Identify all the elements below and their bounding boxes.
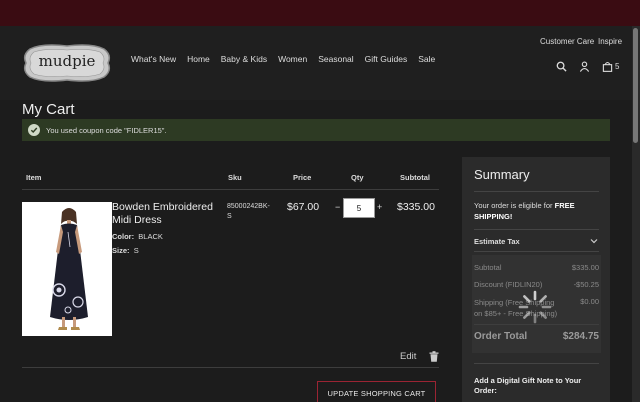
product-sku: 85000242BK-S — [227, 203, 270, 220]
product-size: Size: S — [112, 246, 139, 255]
nav-sale[interactable]: Sale — [418, 54, 435, 64]
nav-whats-new[interactable]: What's New — [131, 54, 176, 64]
shopping-bag-icon — [602, 61, 613, 72]
customer-care-link[interactable]: Customer Care — [540, 37, 594, 46]
summary-subtotal-label: Subtotal — [474, 263, 502, 272]
summary-divider — [474, 363, 599, 364]
summary-subtotal-value: $335.00 — [571, 263, 599, 272]
chevron-down-icon[interactable] — [590, 237, 598, 245]
loading-spinner-icon — [518, 290, 552, 324]
product-name-link[interactable]: Bowden Embroidered Midi Dress — [112, 201, 222, 227]
coupon-success-message: You used coupon code "FIDLER15". — [22, 119, 610, 141]
row-subtotal: $335.00 — [397, 201, 435, 213]
summary-divider — [474, 191, 599, 192]
color-value: BLACK — [138, 232, 163, 241]
dress-model-illustration — [22, 202, 112, 336]
summary-divider — [474, 229, 599, 230]
cart-button[interactable]: 5 — [602, 61, 619, 72]
cart-count-badge: 5 — [615, 62, 620, 71]
free-shipping-prefix: Your order is eligible for — [474, 201, 555, 210]
color-label: Color: — [112, 232, 135, 241]
inspire-link[interactable]: Inspire — [598, 37, 622, 46]
size-label: Size: — [112, 246, 130, 255]
nav-gift-guides[interactable]: Gift Guides — [365, 54, 408, 64]
order-total-value: $284.75 — [562, 331, 599, 342]
page-title: My Cart — [22, 101, 75, 118]
summary-divider — [474, 251, 599, 252]
gift-note-heading: Add a Digital Gift Note to Your Order: — [474, 376, 582, 395]
nav-baby-kids[interactable]: Baby & Kids — [221, 54, 267, 64]
promo-top-bar — [0, 0, 640, 26]
col-header-price: Price — [293, 173, 312, 182]
order-total-label: Order Total — [474, 331, 528, 342]
check-circle-icon — [28, 124, 40, 136]
table-header-divider — [22, 189, 439, 190]
update-shopping-cart-button[interactable]: UPDATE SHOPPING CART — [317, 381, 436, 402]
col-header-sku: Sku — [228, 173, 242, 182]
site-header: mudpie What's New Home Baby & Kids Women… — [0, 26, 640, 100]
table-footer-divider — [22, 367, 439, 368]
summary-discount-value: -$50.25 — [573, 280, 599, 289]
nav-seasonal[interactable]: Seasonal — [318, 54, 353, 64]
summary-shipping-value: $0.00 — [580, 297, 599, 306]
col-header-subtotal: Subtotal — [400, 173, 430, 182]
estimate-tax-toggle[interactable]: Estimate Tax — [474, 237, 520, 246]
search-icon[interactable] — [556, 61, 567, 72]
qty-increment-button[interactable]: + — [377, 202, 382, 212]
logo-text: mudpie — [38, 52, 96, 70]
order-summary-panel: Summary Your order is eligible for FREE … — [462, 157, 610, 402]
mudpie-logo[interactable]: mudpie — [22, 43, 112, 83]
summary-title: Summary — [474, 167, 530, 182]
size-value: S — [133, 246, 139, 255]
summary-discount-label: Discount (FIDLIN20) — [474, 280, 543, 289]
edit-item-link[interactable]: Edit — [400, 351, 416, 362]
nav-home[interactable]: Home — [187, 54, 210, 64]
header-icons: 5 — [556, 61, 619, 72]
col-header-item: Item — [26, 173, 42, 182]
nav-women[interactable]: Women — [278, 54, 307, 64]
free-shipping-message: Your order is eligible for FREE SHIPPING… — [474, 200, 599, 222]
main-nav: What's New Home Baby & Kids Women Season… — [131, 54, 435, 64]
coupon-message-text: You used coupon code "FIDLER15". — [46, 125, 167, 135]
col-header-qty: Qty — [351, 173, 364, 182]
account-icon[interactable] — [579, 61, 590, 72]
product-color: Color: BLACK — [112, 232, 163, 241]
scrollbar-thumb[interactable] — [633, 28, 638, 143]
product-price: $67.00 — [287, 201, 320, 213]
qty-input[interactable] — [343, 198, 375, 218]
trash-icon[interactable] — [429, 351, 439, 362]
product-image[interactable] — [22, 202, 112, 336]
qty-decrement-button[interactable]: − — [335, 202, 340, 212]
